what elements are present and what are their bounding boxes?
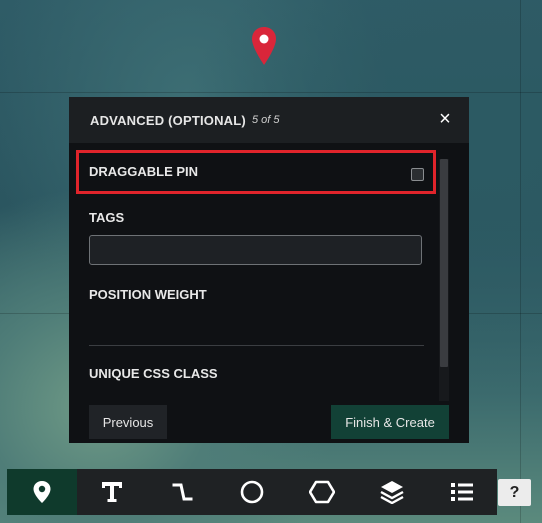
advanced-options-panel: ADVANCED (OPTIONAL) 5 of 5 × DRAGGABLE P… <box>69 97 469 443</box>
list-icon <box>451 483 473 501</box>
map-gridline <box>520 0 521 523</box>
tags-input[interactable] <box>89 235 422 265</box>
map-pin-icon <box>33 481 51 503</box>
scrollbar-thumb[interactable] <box>440 159 448 367</box>
draggable-pin-label: DRAGGABLE PIN <box>89 164 199 179</box>
unique-css-class-label: UNIQUE CSS CLASS <box>89 366 218 381</box>
circle-icon <box>240 480 264 504</box>
tool-list[interactable] <box>427 469 497 515</box>
finish-create-button[interactable]: Finish & Create <box>331 405 449 439</box>
layers-icon <box>380 481 404 504</box>
text-icon <box>102 482 122 502</box>
tool-circle[interactable] <box>217 469 287 515</box>
tool-text[interactable] <box>77 469 147 515</box>
panel-title: ADVANCED (OPTIONAL) <box>90 112 246 128</box>
position-weight-label: POSITION WEIGHT <box>89 287 207 302</box>
tags-label: TAGS <box>89 210 125 225</box>
divider <box>89 345 424 346</box>
tool-polyline[interactable] <box>147 469 217 515</box>
polyline-icon <box>172 483 193 501</box>
drawing-toolbar <box>7 469 497 515</box>
tool-polygon[interactable] <box>287 469 357 515</box>
map-gridline <box>0 92 542 93</box>
close-button[interactable]: × <box>437 109 453 129</box>
tool-marker[interactable] <box>7 469 77 515</box>
help-button[interactable]: ? <box>498 479 531 506</box>
previous-button[interactable]: Previous <box>89 405 167 439</box>
step-indicator: 5 of 5 <box>251 114 280 126</box>
panel-header: ADVANCED (OPTIONAL) 5 of 5 × <box>69 97 469 143</box>
tool-layers[interactable] <box>357 469 427 515</box>
map-pin-marker-icon[interactable] <box>251 26 277 66</box>
draggable-pin-checkbox[interactable] <box>411 168 424 181</box>
hexagon-icon <box>309 480 335 504</box>
